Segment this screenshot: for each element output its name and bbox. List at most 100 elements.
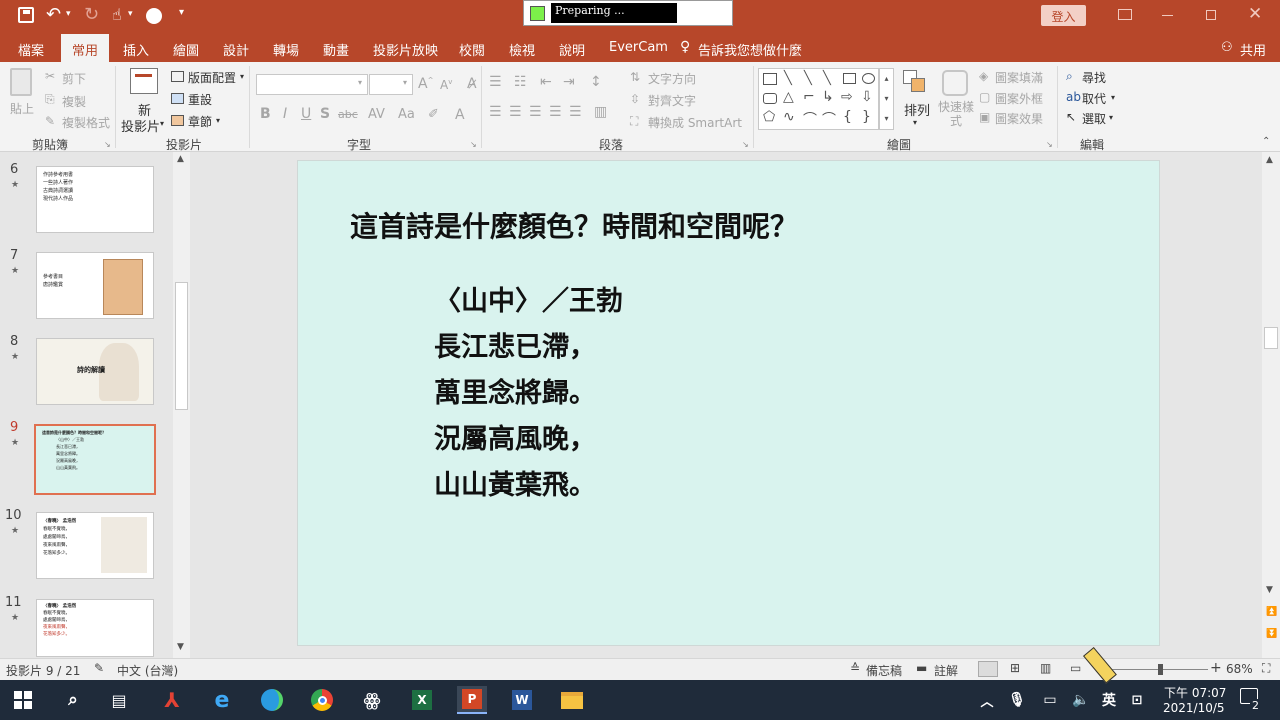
tab-design[interactable]: 設計 [223,40,249,59]
normal-view-icon[interactable] [978,661,998,677]
bullets-icon[interactable]: ☰ [489,74,502,90]
copy-button[interactable]: 複製 [62,93,86,110]
current-slide[interactable]: 這首詩是什麼顏色？時間和空間呢？ 〈山中〉／王勃 長江悲已滯， 萬里念將歸。 況… [297,160,1160,646]
chrome-icon[interactable] [307,686,337,714]
slideshow-view-icon[interactable]: ▭ [1070,661,1081,675]
language-label[interactable]: 中文 (台灣) [117,662,178,679]
font-name-dropdown-icon[interactable]: ▾ [358,78,362,87]
arrange-dropdown-icon[interactable]: ▾ [913,118,917,127]
rounded-rect-shape-icon[interactable] [763,93,777,104]
shape-outline-button[interactable]: 圖案外框 [995,90,1043,107]
fit-slide-icon[interactable]: ⛶ [1262,661,1270,676]
layout-button[interactable]: 版面配置 [188,69,236,86]
change-case-icon[interactable]: Aa [398,107,415,122]
pentagon-shape-icon[interactable]: ⬠ [763,109,775,125]
line-shape-icon[interactable]: ╲ [784,71,792,86]
editor-scrollbar[interactable]: ▲ ▼ ⏫ ⏬ [1262,152,1280,658]
shrink-font-icon[interactable]: Av [440,78,452,92]
cut-button[interactable]: 剪下 [62,70,86,87]
triangle-shape-icon[interactable]: △ [783,89,794,105]
login-button[interactable]: 登入 [1041,5,1086,26]
smartart-button[interactable]: 轉換成 SmartArt [648,114,742,131]
oval-shape-icon[interactable] [862,73,875,84]
layout-dropdown-icon[interactable]: ▾ [240,72,244,81]
arrange-button[interactable]: 排列 [904,100,930,119]
curve-shape-icon[interactable]: ⌒ [803,109,817,129]
numbering-icon[interactable]: ☷ [514,74,527,90]
bold-button[interactable]: B [260,106,271,122]
minimize-icon[interactable] [1162,15,1173,16]
show-hidden-icons[interactable]: ︿ [972,686,1002,714]
align-right-icon[interactable]: ☰ [529,104,542,120]
reset-button[interactable]: 重設 [188,91,212,108]
font-size-dropdown-icon[interactable]: ▾ [403,78,407,87]
char-spacing-icon[interactable]: AV [368,107,385,122]
panda-app-icon[interactable]: ꙮ [357,686,387,714]
tell-me-search[interactable]: 告訴我您想做什麼 [698,40,802,59]
ribbon-display-icon[interactable] [1118,9,1132,20]
rectangle-shape-icon[interactable] [843,73,856,84]
thumbnail-slide-6[interactable]: 作詩參考用書 一些詩人著作 古典詩詞選讀 現代詩人作品 [36,166,154,233]
arc-shape-icon[interactable]: ⌒ [822,109,836,129]
zoom-slider[interactable] [1112,664,1208,675]
text-direction-button[interactable]: 文字方向 [648,70,696,87]
tab-evercam[interactable]: EverCam [609,40,668,55]
zoom-slider-thumb[interactable] [1158,664,1163,675]
connector-shape-icon[interactable]: ⌐ [803,89,815,105]
tab-slideshow[interactable]: 投影片放映 [373,40,438,59]
tab-help[interactable]: 說明 [559,40,585,59]
thumbnail-slide-9[interactable]: 這首詩是什麼顏色？時間和空間呢？ 〈山中〉／王勃 長江悲已滯， 萬里念將歸。 況… [34,424,156,495]
new-slide-icon[interactable] [130,68,158,94]
clock-time[interactable]: 下午 07:07 [1164,684,1226,701]
shadow-button[interactable]: S [320,106,330,122]
scroll-up-icon[interactable]: ▲ [1266,155,1273,165]
justify-icon[interactable]: ☰ [549,104,562,120]
increase-indent-icon[interactable]: ⇥ [563,74,575,90]
comments-button[interactable]: 註解 [934,662,958,679]
align-center-icon[interactable]: ☰ [509,104,522,120]
columns-icon[interactable]: ▥ [594,104,607,120]
collapse-ribbon-icon[interactable]: ⌃ [1262,136,1270,147]
undo-icon[interactable]: ↶ [46,4,61,25]
thumbnails-scrollbar[interactable]: ▲ ▼ [173,152,190,658]
scroll-thumb[interactable] [175,282,188,410]
tab-review[interactable]: 校閱 [459,40,485,59]
slide-sorter-icon[interactable]: ⊞ [1010,661,1020,675]
customize-toolbar-icon[interactable]: ▾ [179,7,184,18]
tab-animations[interactable]: 動畫 [323,40,349,59]
slide-title[interactable]: 這首詩是什麼顏色？時間和空間呢？ [350,205,798,245]
reading-view-icon[interactable]: ▥ [1040,661,1051,675]
spellcheck-icon[interactable]: ✎ [94,661,104,675]
ime-mode-icon[interactable]: ⊡ [1122,686,1152,714]
replace-dropdown-icon[interactable]: ▾ [1111,93,1115,102]
decrease-indent-icon[interactable]: ⇤ [540,74,552,90]
font-launcher-icon[interactable]: ↘ [470,140,477,149]
thumbnail-slide-8[interactable]: 詩的解讀 [36,338,154,405]
word-icon[interactable]: W [507,686,537,714]
tab-draw[interactable]: 繪圖 [173,40,199,59]
tab-insert[interactable]: 插入 [123,40,149,59]
acrobat-icon[interactable]: ⅄ [157,686,187,714]
share-button[interactable]: 共用 [1240,40,1266,59]
down-arrow-shape-icon[interactable]: ⇩ [861,89,873,105]
paste-icon[interactable] [10,68,32,96]
powerpoint-icon[interactable]: P [457,686,487,714]
font-color-icon[interactable]: A [455,107,465,123]
ime-indicator[interactable]: 英 [1094,686,1124,714]
tab-home[interactable]: 常用 [61,34,110,62]
shapes-gallery[interactable]: ╲ ╲ ╲ △ ⌐ ↳ ⇨ ⇩ ⬠ ∿ ⌒ ⌒ { } [758,68,879,130]
internet-explorer-icon[interactable]: e [207,686,237,714]
shape-effects-button[interactable]: 圖案效果 [995,110,1043,127]
align-text-button[interactable]: 對齊文字 [648,92,696,109]
network-icon[interactable]: ▭ [1035,686,1065,714]
freeform-shape-icon[interactable]: ∿ [783,109,795,125]
touch-dropdown-icon[interactable]: ▾ [128,9,133,19]
font-name-box[interactable] [256,74,368,95]
scroll-up-icon[interactable]: ▲ [177,154,184,164]
find-button[interactable]: 尋找 [1082,69,1106,86]
scroll-thumb[interactable] [1264,327,1278,349]
scroll-down-icon[interactable]: ▼ [177,642,184,652]
redo-icon[interactable]: ↻ [84,4,99,25]
elbow-shape-icon[interactable]: ↳ [822,89,834,105]
arrow-shape-icon[interactable]: ╲ [823,71,831,86]
